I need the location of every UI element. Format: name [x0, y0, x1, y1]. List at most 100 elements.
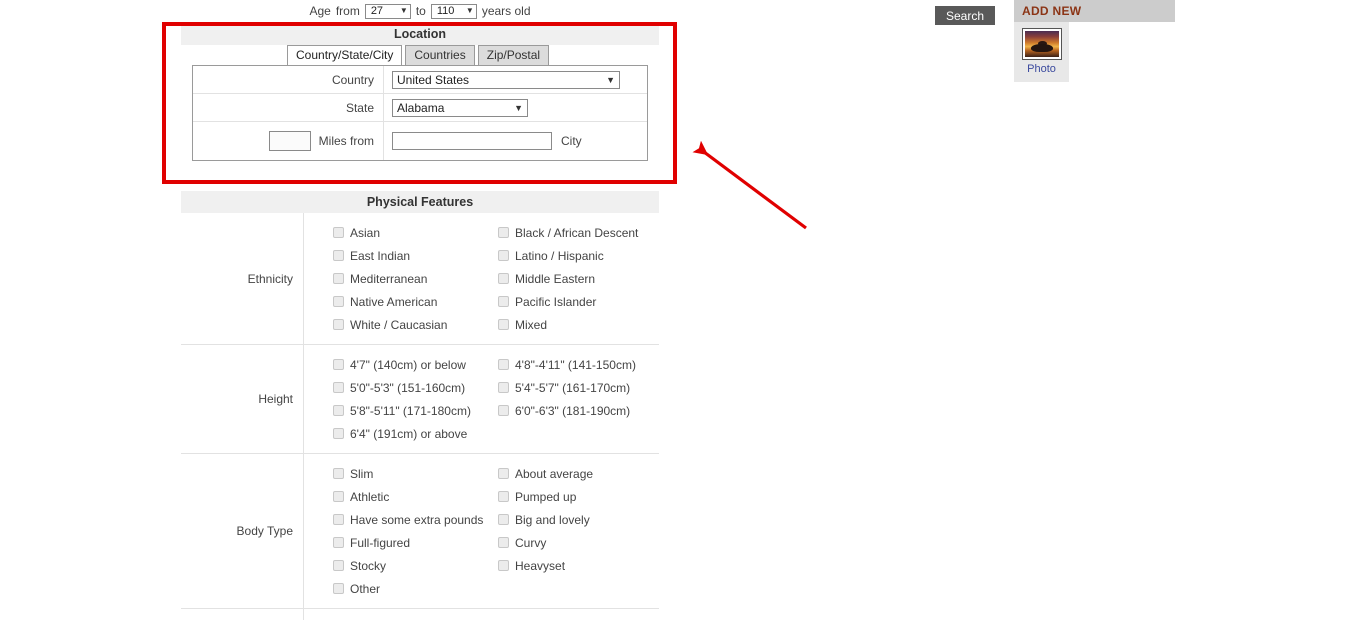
checkbox-icon[interactable]: [498, 560, 509, 571]
checkbox-icon[interactable]: [333, 468, 344, 479]
checkbox-icon[interactable]: [498, 405, 509, 416]
country-value: United States: [397, 72, 470, 87]
checkbox-icon[interactable]: [333, 359, 344, 370]
miles-from-group: Miles from: [193, 122, 384, 160]
checkbox-item[interactable]: Full-figured: [333, 531, 498, 554]
checkbox-icon[interactable]: [498, 319, 509, 330]
location-tab-panel: Country United States ▼ State Alabama ▼: [192, 65, 648, 161]
photo-thumbnail-icon[interactable]: [1021, 28, 1062, 60]
checkbox-item[interactable]: Latino / Hispanic: [498, 244, 659, 267]
checkbox-label: Heavyset: [515, 558, 566, 573]
checkbox-item[interactable]: Big and lovely: [498, 508, 659, 531]
age-to-select[interactable]: 110 ▼: [430, 3, 477, 19]
checkbox-label: Pacific Islander: [515, 294, 597, 309]
checkbox-label: 5'8"-5'11" (171-180cm): [350, 403, 471, 418]
country-row: Country United States ▼: [193, 66, 647, 94]
checkbox-label: 5'0"-5'3" (151-160cm): [350, 380, 466, 395]
add-new-title: ADD NEW: [1014, 0, 1175, 22]
checkbox-label: 4'8"-4'11" (141-150cm): [515, 357, 636, 372]
add-new-panel: ADD NEW Photo: [1014, 0, 1175, 82]
checkbox-item[interactable]: 4'7" (140cm) or below: [333, 353, 498, 376]
tab-zip-postal[interactable]: Zip/Postal: [477, 45, 550, 65]
checkbox-item[interactable]: 5'8"-5'11" (171-180cm): [333, 399, 498, 422]
checkbox-label: Full-figured: [350, 535, 411, 550]
checkbox-item[interactable]: Athletic: [333, 485, 498, 508]
tab-countries[interactable]: Countries: [405, 45, 475, 65]
tab-country-state-city[interactable]: Country/State/City: [287, 45, 403, 65]
checkbox-icon[interactable]: [333, 537, 344, 548]
city-input[interactable]: [392, 132, 552, 150]
checkbox-item[interactable]: Stocky: [333, 554, 498, 577]
checkbox-label: 6'0"-6'3" (181-190cm): [515, 403, 631, 418]
miles-input[interactable]: [268, 131, 311, 151]
add-new-body: Photo: [1014, 22, 1069, 82]
checkbox-icon[interactable]: [333, 560, 344, 571]
checkbox-icon[interactable]: [498, 227, 509, 238]
checkbox-icon[interactable]: [333, 428, 344, 439]
checkbox-label: 5'4"-5'7" (161-170cm): [515, 380, 631, 395]
height-label: Height: [181, 345, 304, 453]
checkbox-item[interactable]: Pacific Islander: [498, 290, 659, 313]
search-button[interactable]: Search: [935, 6, 995, 25]
checkbox-icon[interactable]: [333, 250, 344, 261]
checkbox-item[interactable]: Native American: [333, 290, 498, 313]
checkbox-icon[interactable]: [333, 491, 344, 502]
checkbox-item[interactable]: Pumped up: [498, 485, 659, 508]
height-section: Height 4'7" (140cm) or below 5'0"-5'3" (…: [181, 345, 659, 454]
checkbox-item[interactable]: Black / African Descent: [498, 221, 659, 244]
checkbox-item[interactable]: 5'4"-5'7" (161-170cm): [498, 376, 659, 399]
checkbox-icon[interactable]: [498, 537, 509, 548]
checkbox-icon[interactable]: [498, 250, 509, 261]
checkbox-item[interactable]: Middle Eastern: [498, 267, 659, 290]
checkbox-label: White / Caucasian: [350, 317, 448, 332]
checkbox-icon[interactable]: [333, 296, 344, 307]
checkbox-item[interactable]: Have some extra pounds: [333, 508, 498, 531]
checkbox-icon[interactable]: [498, 514, 509, 525]
chevron-down-icon: ▼: [399, 6, 408, 15]
state-row: State Alabama ▼: [193, 94, 647, 122]
checkbox-icon[interactable]: [333, 319, 344, 330]
chevron-down-icon: ▼: [514, 102, 523, 113]
checkbox-icon[interactable]: [333, 273, 344, 284]
body-type-section: Body Type Slim Athletic Have some extra …: [181, 454, 659, 609]
checkbox-icon[interactable]: [498, 359, 509, 370]
color-label: [181, 609, 304, 620]
checkbox-item[interactable]: East Indian: [333, 244, 498, 267]
checkbox-label: Athletic: [350, 489, 390, 504]
checkbox-icon[interactable]: [498, 296, 509, 307]
checkbox-item[interactable]: Mediterranean: [333, 267, 498, 290]
checkbox-icon[interactable]: [498, 468, 509, 479]
checkbox-icon[interactable]: [333, 514, 344, 525]
checkbox-icon[interactable]: [333, 583, 344, 594]
checkbox-label: Curvy: [515, 535, 547, 550]
checkbox-label: Stocky: [350, 558, 387, 573]
checkbox-item[interactable]: White / Caucasian: [333, 313, 498, 336]
checkbox-item[interactable]: Other: [333, 577, 498, 600]
checkbox-item[interactable]: Mixed: [498, 313, 659, 336]
state-label: State: [193, 94, 384, 121]
checkbox-item[interactable]: 4'8"-4'11" (141-150cm): [498, 353, 659, 376]
checkbox-item[interactable]: 6'0"-6'3" (181-190cm): [498, 399, 659, 422]
color-section: Black Blue: [181, 609, 659, 620]
checkbox-item[interactable]: Slim: [333, 462, 498, 485]
checkbox-icon[interactable]: [333, 382, 344, 393]
checkbox-label: About average: [515, 466, 594, 481]
chevron-down-icon: ▼: [606, 74, 615, 85]
checkbox-item[interactable]: 6'4" (191cm) or above: [333, 422, 498, 445]
checkbox-icon[interactable]: [333, 227, 344, 238]
checkbox-icon[interactable]: [498, 273, 509, 284]
checkbox-item[interactable]: About average: [498, 462, 659, 485]
checkbox-item[interactable]: Curvy: [498, 531, 659, 554]
country-select[interactable]: United States ▼: [392, 70, 620, 89]
checkbox-item[interactable]: Asian: [333, 221, 498, 244]
checkbox-icon[interactable]: [333, 405, 344, 416]
checkbox-label: Pumped up: [515, 489, 577, 504]
checkbox-item[interactable]: Heavyset: [498, 554, 659, 577]
age-from-select[interactable]: 27 ▼: [364, 3, 411, 19]
checkbox-item[interactable]: 5'0"-5'3" (151-160cm): [333, 376, 498, 399]
checkbox-icon[interactable]: [498, 491, 509, 502]
country-label: Country: [193, 66, 384, 93]
checkbox-icon[interactable]: [498, 382, 509, 393]
add-photo-link[interactable]: Photo: [1027, 63, 1056, 75]
state-select[interactable]: Alabama ▼: [392, 98, 528, 117]
